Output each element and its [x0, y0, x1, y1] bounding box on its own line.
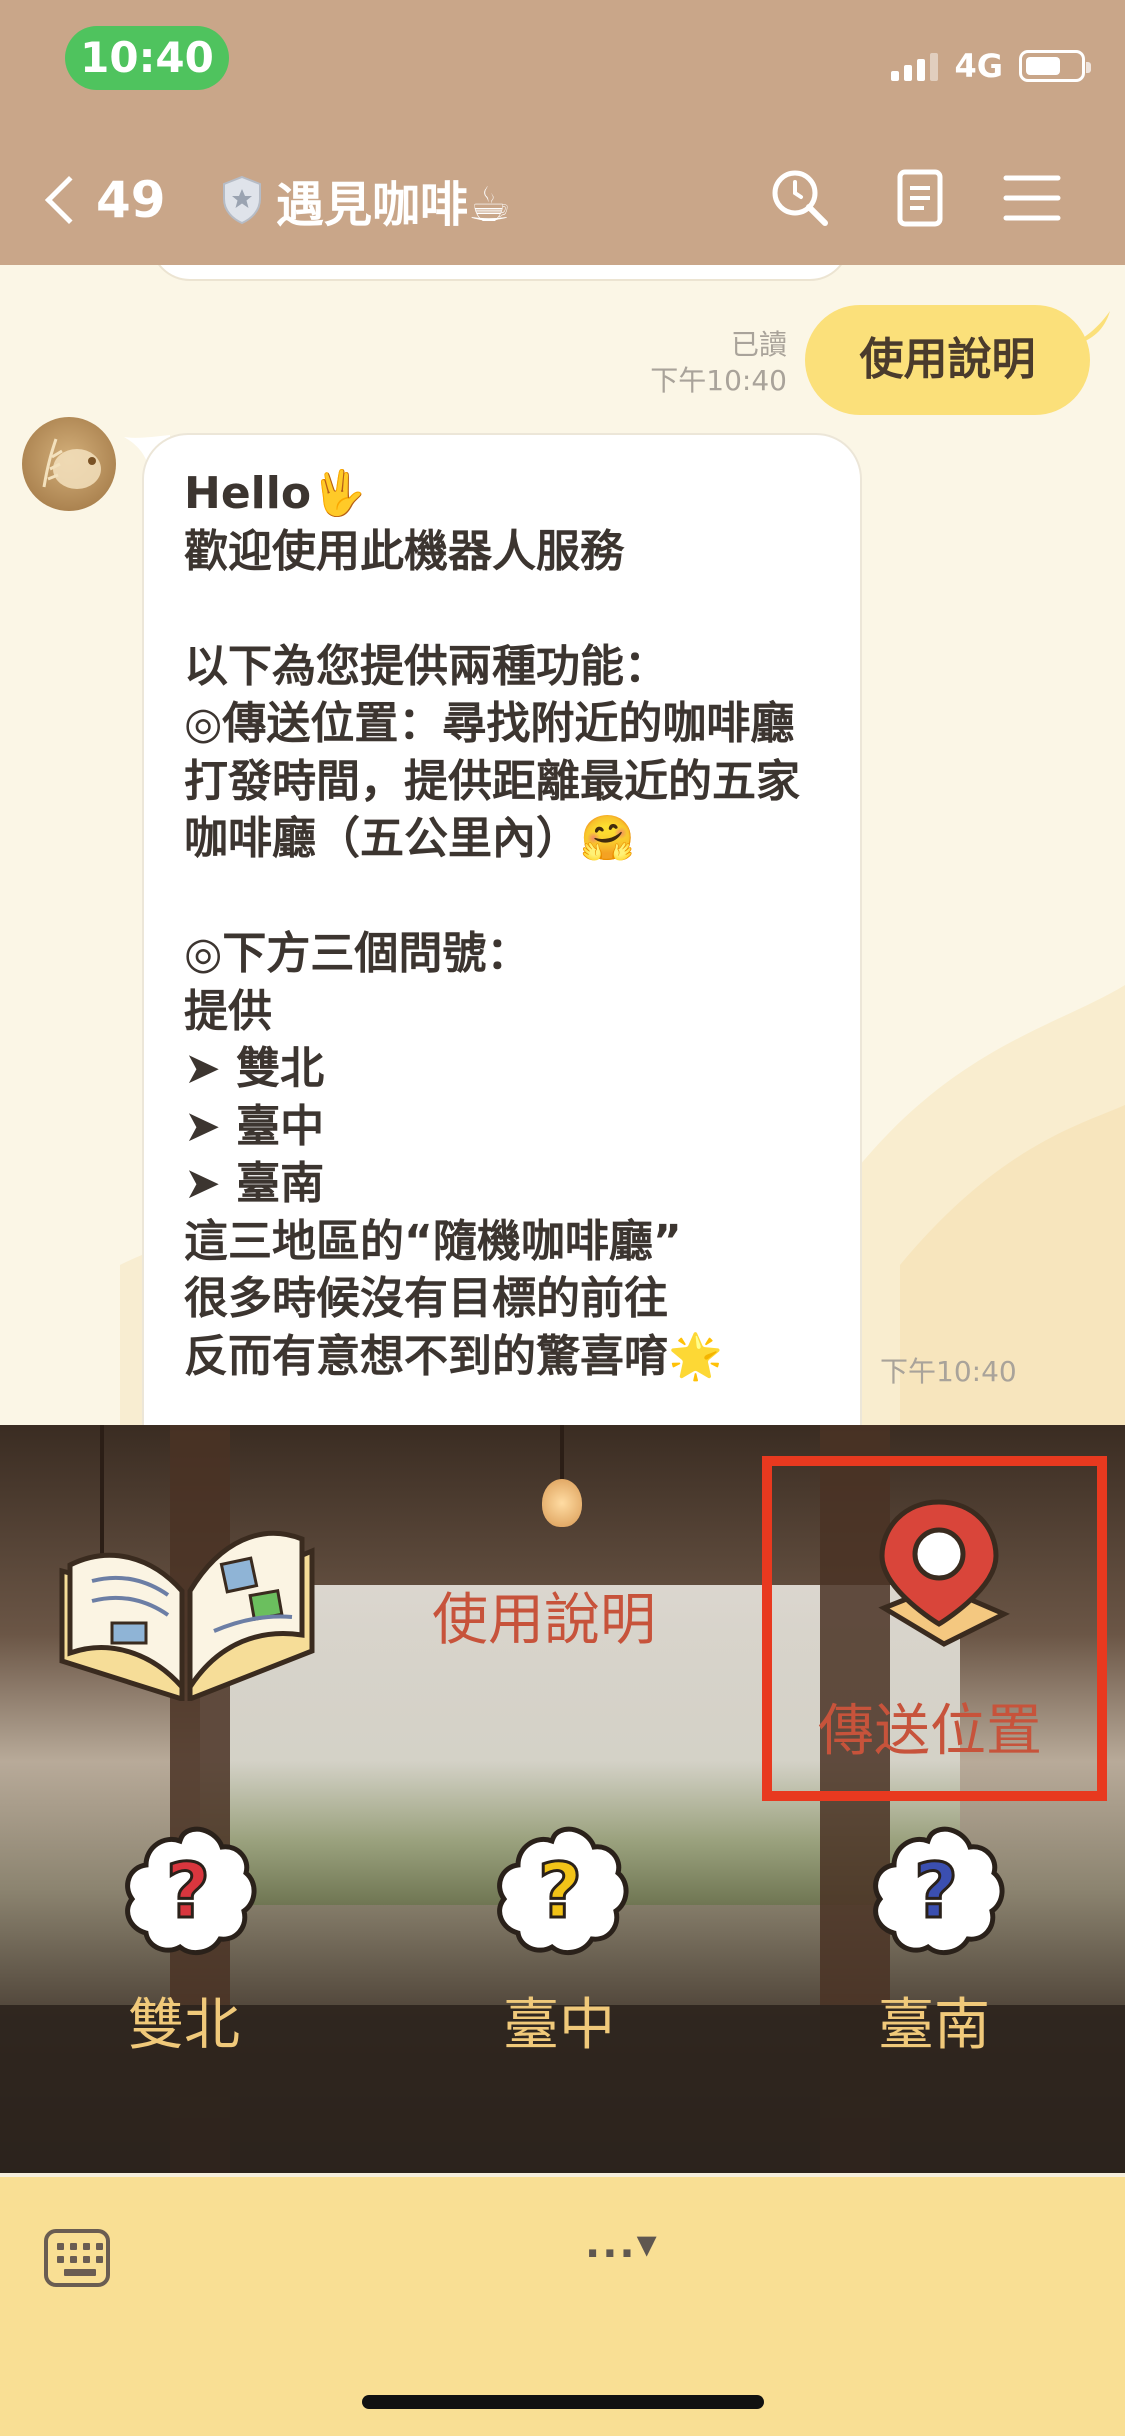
verified-shield-icon [223, 175, 261, 225]
rich-menu-toggle[interactable]: ...▾ [585, 2221, 659, 2267]
chat-title[interactable]: 遇見咖啡☕ [220, 160, 511, 240]
svg-text:?: ? [538, 1846, 582, 1935]
bot-avatar-image [42, 438, 101, 489]
question-mark-icon: ? [497, 1826, 629, 1956]
svg-text:?: ? [914, 1846, 958, 1935]
hamburger-menu-icon [1003, 175, 1061, 221]
question-mark-icon: ? [125, 1826, 257, 1956]
top-bar: 10:40 4G 49 遇見咖啡☕ [0, 0, 1125, 265]
bot-message-time: 下午10:40 [880, 1355, 1017, 1388]
guide-menu-label: 使用說明 [432, 1588, 656, 1653]
read-receipt: 已讀 [730, 328, 787, 361]
menu-button[interactable] [1000, 166, 1064, 230]
keyboard-toggle-button[interactable] [44, 2229, 110, 2287]
chat-area[interactable]: 已讀 下午10:40 使用說明 Hello🖖 歡迎使用此機器人服務 以下為您提供… [0, 265, 1125, 1425]
region-button-taichung[interactable]: ? 臺中 [375, 1805, 750, 2173]
bot-message-text: Hello🖖 歡迎使用此機器人服務 以下為您提供兩種功能： ◎傳送位置：尋找附近… [184, 468, 800, 1382]
bot-avatar[interactable] [22, 417, 116, 511]
user-message-time: 下午10:40 [650, 364, 787, 397]
question-mark-icon: ? [873, 1826, 1005, 1956]
user-message-bubble[interactable]: 使用說明 [805, 305, 1090, 415]
signal-icon [891, 51, 939, 81]
unread-count: 49 [96, 171, 166, 229]
send-location-label: 傳送位置 [818, 1699, 1042, 1764]
chevron-left-icon [44, 175, 94, 225]
send-location-menu-button[interactable]: 傳送位置 [772, 1466, 1097, 1791]
chat-title-text: 遇見咖啡☕ [276, 177, 512, 233]
previous-message-bubble [150, 265, 850, 281]
network-type: 4G [954, 47, 1003, 85]
notes-button[interactable] [888, 166, 952, 230]
status-icons: 4G [891, 44, 1091, 88]
open-book-icon [59, 1530, 315, 1701]
map-pin-icon [878, 1499, 1010, 1647]
notes-icon [897, 169, 943, 227]
back-button[interactable]: 49 [38, 160, 166, 240]
region-label: 臺中 [503, 1993, 615, 2058]
search-button[interactable] [768, 166, 832, 230]
region-button-tainan[interactable]: ? 臺南 [750, 1805, 1125, 2173]
svg-text:?: ? [166, 1846, 210, 1935]
guide-menu-button[interactable]: 使用說明 [0, 1425, 760, 1805]
bot-message-bubble[interactable]: Hello🖖 歡迎使用此機器人服務 以下為您提供兩種功能： ◎傳送位置：尋找附近… [142, 433, 862, 1425]
user-message-meta: 已讀 下午10:40 [650, 327, 787, 399]
search-icon [772, 170, 828, 226]
region-label: 臺南 [878, 1993, 990, 2058]
region-label: 雙北 [128, 1993, 240, 2058]
rich-menu: 使用說明 傳送位置 ? 雙北 ? 臺中 ? 臺南 [0, 1425, 1125, 2173]
status-time: 10:40 [65, 26, 229, 90]
region-button-shuangbei[interactable]: ? 雙北 [0, 1805, 375, 2173]
battery-icon [1019, 50, 1091, 82]
home-indicator [362, 2395, 764, 2409]
